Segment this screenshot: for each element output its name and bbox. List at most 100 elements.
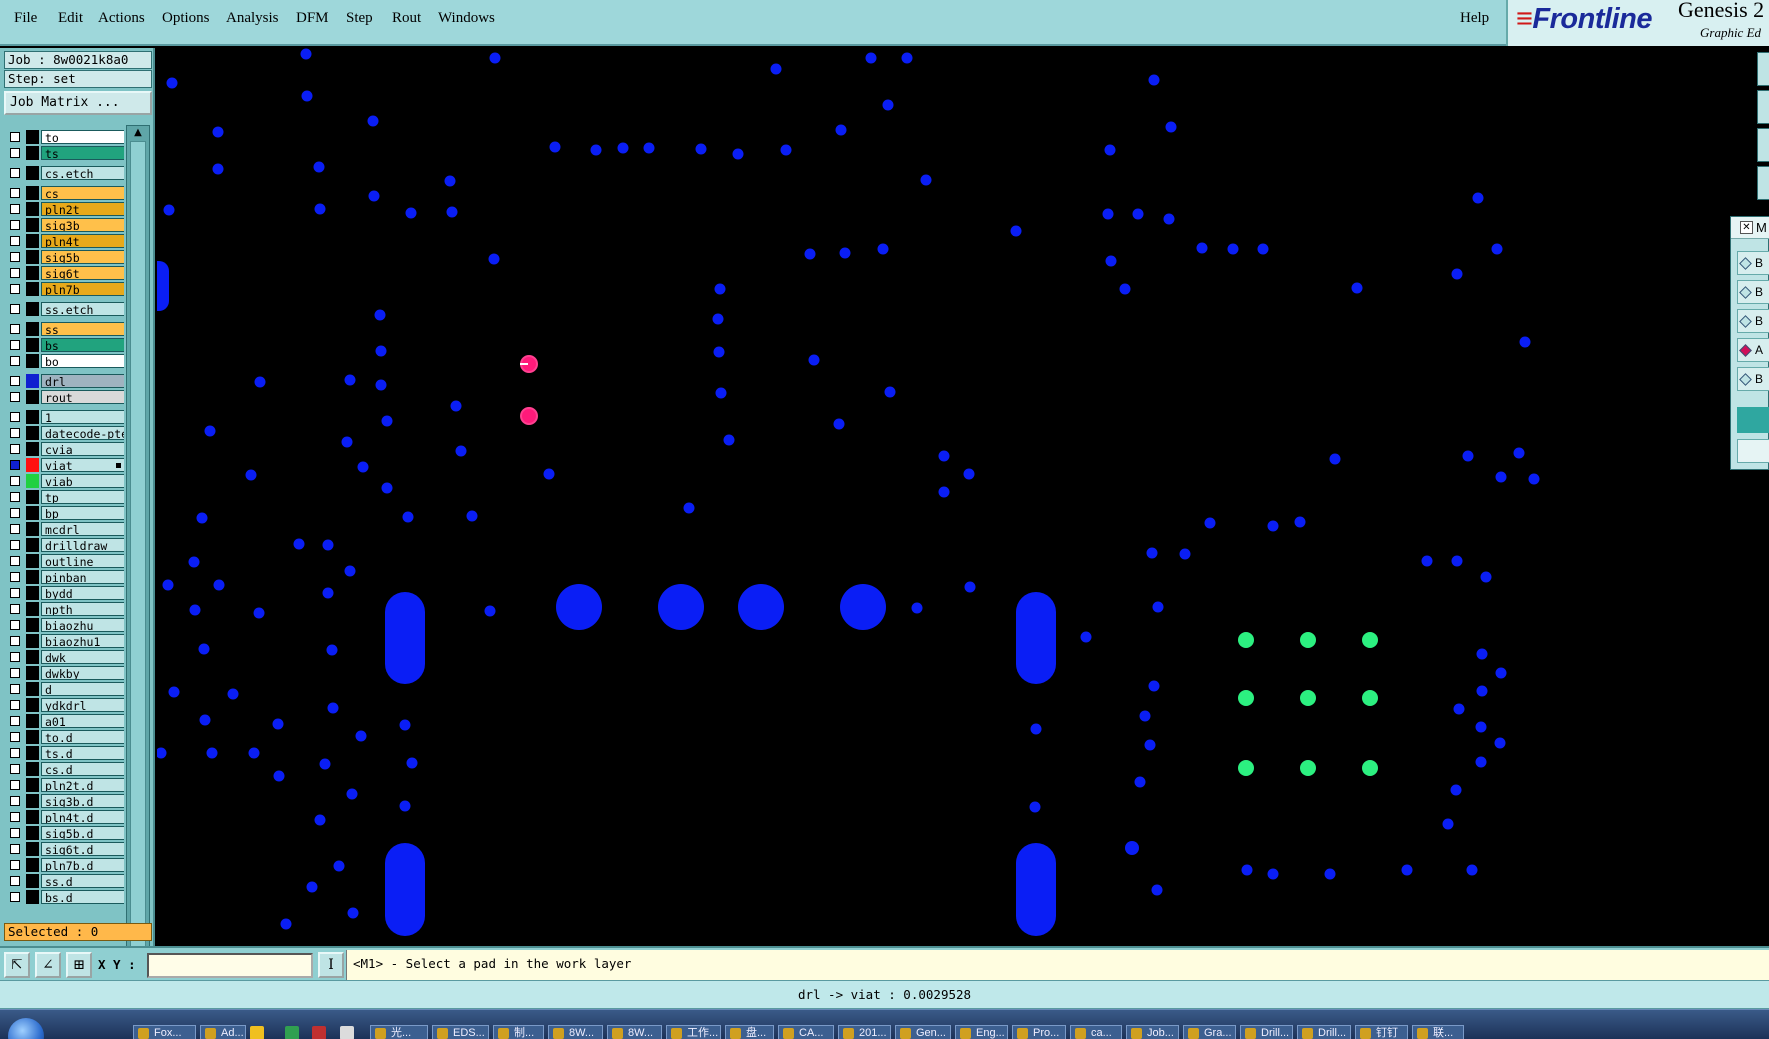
layer-checkbox[interactable]	[10, 188, 20, 198]
drill-pad[interactable]	[1472, 192, 1484, 204]
viab-pad[interactable]	[1300, 632, 1316, 648]
layer-checkbox[interactable]	[10, 540, 20, 550]
layer-row-bs-d[interactable]: bs.d	[4, 890, 124, 904]
drill-pad[interactable]	[1132, 208, 1144, 220]
layer-checkbox[interactable]	[10, 460, 20, 470]
dialog-option-4[interactable]: A	[1737, 338, 1769, 362]
layer-row-mcdrl[interactable]: mcdrl	[4, 522, 124, 536]
layer-name-label[interactable]: 1	[41, 410, 124, 424]
drill-pad[interactable]	[1495, 667, 1507, 679]
layer-name-label[interactable]: dwk	[41, 650, 124, 664]
viab-pad[interactable]	[1238, 690, 1254, 706]
drill-pad[interactable]	[1134, 776, 1146, 788]
dialog-option-1[interactable]: B	[1737, 251, 1769, 275]
layer-name-label[interactable]: dwkby	[41, 666, 124, 680]
drill-pad[interactable]	[306, 881, 318, 893]
layer-color-swatch[interactable]	[26, 698, 39, 712]
drill-pad[interactable]	[1204, 517, 1216, 529]
layer-checkbox[interactable]	[10, 860, 20, 870]
layer-color-swatch[interactable]	[26, 234, 39, 248]
layer-name-label[interactable]: viat	[41, 458, 124, 472]
layer-color-swatch[interactable]	[26, 874, 39, 888]
right-tool-button-1[interactable]	[1757, 52, 1769, 86]
layer-row-ts[interactable]: ts	[4, 146, 124, 160]
drill-pad[interactable]	[212, 163, 224, 175]
layer-name-label[interactable]: pln4t	[41, 234, 124, 248]
layer-color-swatch[interactable]	[26, 522, 39, 536]
layer-row-rout[interactable]: rout	[4, 390, 124, 404]
layer-color-swatch[interactable]	[26, 130, 39, 144]
drill-pad[interactable]	[643, 142, 655, 154]
layer-row-bs[interactable]: bs	[4, 338, 124, 352]
drill-pad[interactable]	[1119, 283, 1131, 295]
drill-pad[interactable]	[1324, 868, 1336, 880]
drill-pad[interactable]	[1495, 471, 1507, 483]
menu-edit[interactable]: Edit	[58, 10, 83, 27]
drill-pad[interactable]	[1151, 884, 1163, 896]
drill-pad[interactable]	[245, 469, 257, 481]
layer-checkbox[interactable]	[10, 356, 20, 366]
pcb-drill-view[interactable]	[157, 48, 1769, 946]
drill-pad[interactable]	[1528, 473, 1540, 485]
layer-row-datecode-pte[interactable]: datecode-pte	[4, 426, 124, 440]
layer-color-swatch[interactable]	[26, 442, 39, 456]
layer-row-to[interactable]: to	[4, 130, 124, 144]
drill-pad[interactable]	[1146, 547, 1158, 559]
layer-name-label[interactable]: biaozhu	[41, 618, 124, 632]
layer-checkbox[interactable]	[10, 588, 20, 598]
scrollbar-thumb[interactable]	[130, 141, 146, 947]
layer-row-ss-d[interactable]: ss.d	[4, 874, 124, 888]
layer-row-pln7b[interactable]: pln7b	[4, 282, 124, 296]
drill-pad[interactable]	[293, 538, 305, 550]
layer-checkbox[interactable]	[10, 684, 20, 694]
drill-pad[interactable]	[1476, 648, 1488, 660]
layer-row-1[interactable]: 1	[4, 410, 124, 424]
layer-row-npth[interactable]: npth	[4, 602, 124, 616]
layer-name-label[interactable]: pinban	[41, 570, 124, 584]
drill-pad[interactable]	[168, 686, 180, 698]
layer-name-label[interactable]: pln7b.d	[41, 858, 124, 872]
layer-row-ts-d[interactable]: ts.d	[4, 746, 124, 760]
layer-name-label[interactable]: pln2t	[41, 202, 124, 216]
drill-pad[interactable]	[367, 115, 379, 127]
layer-name-label[interactable]: a01	[41, 714, 124, 728]
viab-pad[interactable]	[1362, 690, 1378, 706]
drill-pad[interactable]	[938, 486, 950, 498]
viab-pad[interactable]	[1238, 760, 1254, 776]
drill-pad[interactable]	[455, 445, 467, 457]
drill-pad[interactable]	[157, 747, 167, 759]
taskbar-item[interactable]: Drill...	[1240, 1025, 1293, 1039]
layer-checkbox[interactable]	[10, 732, 20, 742]
layer-row-pinban[interactable]: pinban	[4, 570, 124, 584]
layer-row-viab[interactable]: viab	[4, 474, 124, 488]
drill-pad[interactable]	[1475, 756, 1487, 768]
layer-color-swatch[interactable]	[26, 474, 39, 488]
layer-name-label[interactable]: sig6t.d	[41, 842, 124, 856]
drill-pad[interactable]	[1267, 868, 1279, 880]
drill-pad[interactable]	[166, 77, 178, 89]
layer-color-swatch[interactable]	[26, 506, 39, 520]
layer-checkbox[interactable]	[10, 476, 20, 486]
job-matrix-button[interactable]: Job Matrix ...	[4, 91, 152, 115]
layer-row-dwk[interactable]: dwk	[4, 650, 124, 664]
viab-pad[interactable]	[1300, 690, 1316, 706]
drill-pad[interactable]	[444, 175, 456, 187]
drill-pad[interactable]	[833, 418, 845, 430]
drill-pad[interactable]	[488, 253, 500, 265]
dialog-option-2[interactable]: B	[1737, 280, 1769, 304]
layer-checkbox[interactable]	[10, 668, 20, 678]
drill-pad[interactable]	[213, 579, 225, 591]
taskbar-item[interactable]: EDS...	[432, 1025, 489, 1039]
drill-pad[interactable]	[938, 450, 950, 462]
drill-pad[interactable]	[590, 144, 602, 156]
taskbar-item[interactable]: Pro...	[1012, 1025, 1066, 1039]
layer-checkbox[interactable]	[10, 636, 20, 646]
layer-name-label[interactable]: drl	[41, 374, 124, 388]
layer-color-swatch[interactable]	[26, 746, 39, 760]
taskbar-item[interactable]: Gen...	[895, 1025, 951, 1039]
drill-pad[interactable]	[1148, 680, 1160, 692]
text-cursor-icon[interactable]: I	[318, 952, 344, 978]
drill-pad[interactable]	[884, 386, 896, 398]
drill-pad[interactable]	[402, 511, 414, 523]
drill-pad[interactable]	[273, 770, 285, 782]
